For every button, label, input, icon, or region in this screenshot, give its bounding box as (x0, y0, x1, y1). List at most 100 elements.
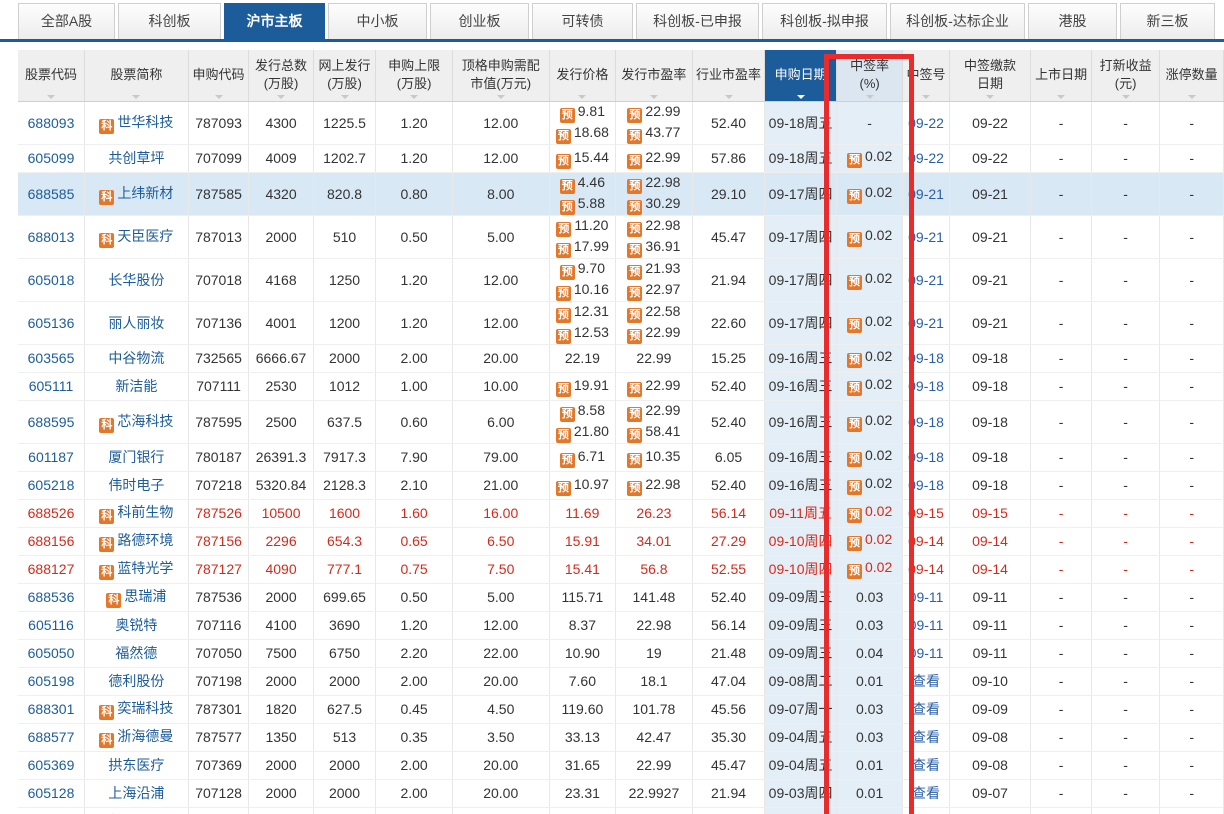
table-row[interactable]: 605116 奥锐特 707116 4100 3690 1.20 12.00 8.37 22.9… (18, 611, 1224, 640)
column-header-8[interactable]: 发行市盈率 (615, 50, 693, 102)
table-row[interactable]: 605099 共创草坪 707099 4009 1202.7 1.20 12.00 预 15.4… (18, 144, 1224, 173)
stock-code-link[interactable]: 605018 (18, 258, 86, 302)
stock-code-link[interactable]: 688156 (18, 527, 86, 556)
stock-code-link[interactable]: 605050 (18, 639, 86, 668)
winning-number[interactable]: 09-11 (902, 611, 950, 640)
stock-code-link[interactable]: 688595 (18, 400, 86, 444)
table-row[interactable]: 688536 科思瑞浦 787536 2000 699.65 0.50 5.00 115.71… (18, 583, 1224, 612)
stock-code-link[interactable]: 688526 (18, 499, 86, 528)
winning-number[interactable]: 09-22 (902, 101, 950, 145)
table-row[interactable]: 605111 新洁能 707111 2530 1012 1.00 10.00 预 19.91 预 2… (18, 372, 1224, 401)
stock-code-link[interactable]: 603112 (18, 807, 86, 814)
table-row[interactable]: 688585 科上纬新材 787585 4320 820.8 0.80 8.00 预 4.46 预… (18, 172, 1224, 216)
table-row[interactable]: 605128 上海沿浦 707128 2000 2000 2.00 20.00 23.31 22… (18, 779, 1224, 808)
table-row[interactable]: 688013 科天臣医疗 787013 2000 510 0.50 5.00 预 11.20 预 1… (18, 215, 1224, 259)
table-row[interactable]: 605018 长华股份 707018 4168 1250 1.20 12.00 预 9.70 预 1… (18, 258, 1224, 302)
stock-code-link[interactable]: 605099 (18, 144, 86, 173)
stock-code-link[interactable]: 688013 (18, 215, 86, 259)
winning-number[interactable]: 查看 (902, 667, 950, 696)
column-header-16[interactable]: 涨停数量 (1159, 50, 1224, 102)
column-header-6[interactable]: 顶格申购需配 市值(万元) (452, 50, 550, 102)
stock-name-link[interactable]: 科上纬新材 (84, 172, 189, 216)
winning-number[interactable]: 09-11 (902, 583, 950, 612)
stock-name-link[interactable]: 伟时电子 (84, 471, 189, 500)
winning-number[interactable]: 09-21 (902, 258, 950, 302)
winning-number[interactable]: 09-21 (902, 172, 950, 216)
stock-code-link[interactable]: 605111 (18, 372, 86, 401)
stock-code-link[interactable]: 688536 (18, 583, 86, 612)
stock-name-link[interactable]: 新洁能 (84, 372, 189, 401)
winning-number[interactable]: 查看 (902, 695, 950, 724)
column-header-2[interactable]: 申购代码 (188, 50, 250, 102)
tab-4[interactable]: 创业板 (430, 3, 529, 39)
column-header-14[interactable]: 上市日期 (1030, 50, 1092, 102)
stock-name-link[interactable]: 科思瑞浦 (84, 583, 189, 612)
stock-name-link[interactable]: 拱东医疗 (84, 751, 189, 780)
column-header-0[interactable]: 股票代码 (18, 50, 86, 102)
winning-number[interactable]: 查看 (902, 751, 950, 780)
table-row[interactable]: 688577 科浙海德曼 787577 1350 513 0.35 3.50 33.13 42.… (18, 723, 1224, 752)
table-row[interactable]: 601187 厦门银行 780187 26391.3 7917.3 7.90 79.00 预 6… (18, 443, 1224, 472)
winning-number[interactable]: 09-18 (902, 344, 950, 373)
column-header-4[interactable]: 网上发行 (万股) (313, 50, 377, 102)
tab-1[interactable]: 科创板 (118, 3, 221, 39)
stock-code-link[interactable]: 605369 (18, 751, 86, 780)
table-row[interactable]: 688595 科芯海科技 787595 2500 637.5 0.60 6.00 预 8.58 预… (18, 400, 1224, 444)
column-header-10[interactable]: 申购日期 (764, 50, 837, 102)
winning-number[interactable]: 09-14 (902, 527, 950, 556)
stock-code-link[interactable]: 688301 (18, 695, 86, 724)
winning-number[interactable]: 查看 (902, 779, 950, 808)
tab-3[interactable]: 中小板 (328, 3, 427, 39)
stock-code-link[interactable]: 605116 (18, 611, 86, 640)
stock-name-link[interactable]: 华翔股份 (84, 807, 189, 814)
stock-name-link[interactable]: 科世华科技 (84, 101, 189, 145)
column-header-12[interactable]: 中签号 (902, 50, 950, 102)
table-row[interactable]: 605218 伟时电子 707218 5320.84 2128.3 2.10 21.00 预 1… (18, 471, 1224, 500)
table-row[interactable]: 688127 科蓝特光学 787127 4090 777.1 0.75 7.50 15.41 5… (18, 555, 1224, 584)
table-row[interactable]: 688301 科奕瑞科技 787301 1820 627.5 0.45 4.50 119.60… (18, 695, 1224, 724)
stock-name-link[interactable]: 科芯海科技 (84, 400, 189, 444)
tab-9[interactable]: 港股 (1028, 3, 1117, 39)
stock-code-link[interactable]: 605128 (18, 779, 86, 808)
column-header-15[interactable]: 打新收益 (元) (1091, 50, 1161, 102)
tab-5[interactable]: 可转债 (532, 3, 633, 39)
column-header-11[interactable]: 中签率 (%) (836, 50, 904, 102)
stock-code-link[interactable]: 688127 (18, 555, 86, 584)
table-row[interactable]: 688093 科世华科技 787093 4300 1225.5 1.20 12.00 预 9.8… (18, 101, 1224, 145)
winning-number[interactable]: 09-18 (902, 372, 950, 401)
table-row[interactable]: 603112华翔股份732112532047881.5015.007.8222.… (18, 807, 1224, 814)
winning-number[interactable]: 查看 (902, 807, 950, 814)
stock-code-link[interactable]: 605198 (18, 667, 86, 696)
winning-number[interactable]: 09-15 (902, 499, 950, 528)
tab-6[interactable]: 科创板-已申报 (636, 3, 759, 39)
table-row[interactable]: 605050 福然德 707050 7500 6750 2.20 22.00 10.90 19 2… (18, 639, 1224, 668)
stock-code-link[interactable]: 688093 (18, 101, 86, 145)
stock-code-link[interactable]: 601187 (18, 443, 86, 472)
column-header-5[interactable]: 申购上限 (万股) (375, 50, 453, 102)
winning-number[interactable]: 09-18 (902, 443, 950, 472)
stock-name-link[interactable]: 共创草坪 (84, 144, 189, 173)
table-row[interactable]: 605369 拱东医疗 707369 2000 2000 2.00 20.00 31.65 22… (18, 751, 1224, 780)
column-header-9[interactable]: 行业市盈率 (692, 50, 766, 102)
winning-number[interactable]: 09-14 (902, 555, 950, 584)
tab-2[interactable]: 沪市主板 (224, 3, 325, 39)
column-header-13[interactable]: 中签缴款 日期 (949, 50, 1032, 102)
column-header-7[interactable]: 发行价格 (549, 50, 617, 102)
winning-number[interactable]: 09-21 (902, 215, 950, 259)
winning-number[interactable]: 查看 (902, 723, 950, 752)
stock-name-link[interactable]: 上海沿浦 (84, 779, 189, 808)
tab-10[interactable]: 新三板 (1120, 3, 1215, 39)
column-header-1[interactable]: 股票简称 (84, 50, 189, 102)
winning-number[interactable]: 09-22 (902, 144, 950, 173)
stock-code-link[interactable]: 688585 (18, 172, 86, 216)
stock-name-link[interactable]: 长华股份 (84, 258, 189, 302)
stock-code-link[interactable]: 688577 (18, 723, 86, 752)
table-row[interactable]: 603565 中谷物流 732565 6666.67 2000 2.00 20.00 22.1… (18, 344, 1224, 373)
stock-name-link[interactable]: 科蓝特光学 (84, 555, 189, 584)
winning-number[interactable]: 09-18 (902, 400, 950, 444)
stock-name-link[interactable]: 科浙海德曼 (84, 723, 189, 752)
table-row[interactable]: 688526 科科前生物 787526 10500 1600 1.60 16.00 11.69… (18, 499, 1224, 528)
stock-name-link[interactable]: 德利股份 (84, 667, 189, 696)
stock-code-link[interactable]: 603565 (18, 344, 86, 373)
stock-name-link[interactable]: 科天臣医疗 (84, 215, 189, 259)
